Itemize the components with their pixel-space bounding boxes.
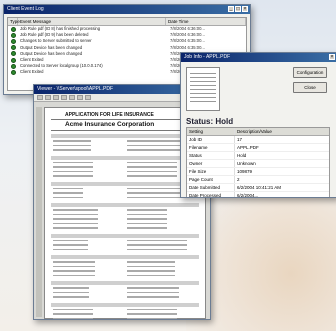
job-info-title: Job Info - APPL.PDF bbox=[184, 54, 231, 60]
job-info-window: Job Info - APPL.PDF × Configuration Clos… bbox=[180, 52, 336, 198]
setting-value: APPL.PDF bbox=[237, 145, 259, 150]
maximize-icon[interactable]: □ bbox=[235, 6, 241, 12]
configuration-button[interactable]: Configuration bbox=[293, 67, 327, 78]
setting-name: Page Count bbox=[187, 176, 235, 183]
setting-name: Status bbox=[187, 152, 235, 159]
table-row[interactable]: Owner Unknown bbox=[187, 160, 329, 168]
setting-value: 17 bbox=[237, 137, 243, 142]
col-type[interactable]: Type bbox=[8, 18, 20, 25]
job-status: Status: Hold bbox=[186, 117, 234, 126]
print-icon[interactable] bbox=[85, 95, 91, 100]
setting-name: File Size bbox=[187, 168, 235, 175]
setting-value: 6/2/2004 10:41:21 AM bbox=[237, 185, 282, 190]
setting-name: Owner bbox=[187, 160, 235, 167]
col-value[interactable]: Description/Value bbox=[235, 128, 329, 135]
minimize-icon[interactable]: _ bbox=[228, 6, 234, 12]
status-icon bbox=[8, 69, 18, 75]
table-row[interactable]: Job ID 17 bbox=[187, 136, 329, 144]
table-row[interactable]: File Size 109879 bbox=[187, 168, 329, 176]
setting-name: Date Processed bbox=[187, 192, 235, 197]
col-datetime[interactable]: Date Time bbox=[166, 18, 246, 25]
col-setting[interactable]: Setting bbox=[187, 128, 235, 135]
document-thumbnail bbox=[186, 67, 220, 111]
col-message[interactable]: Event Message bbox=[18, 18, 166, 25]
event-log-title: Client Event Log bbox=[7, 6, 44, 12]
doc-heading: APPLICATION FOR LIFE INSURANCE bbox=[65, 112, 154, 118]
event-message: Client Exited bbox=[20, 69, 44, 75]
prev-page-icon[interactable] bbox=[45, 95, 51, 100]
viewer-scrollbar[interactable] bbox=[36, 107, 42, 317]
last-page-icon[interactable] bbox=[61, 95, 67, 100]
table-row[interactable]: Filename APPL.PDF bbox=[187, 144, 329, 152]
table-row[interactable]: Status Hold bbox=[187, 152, 329, 160]
event-log-titlebar[interactable]: Client Event Log _ □ × bbox=[4, 5, 250, 14]
next-page-icon[interactable] bbox=[53, 95, 59, 100]
setting-name: Job ID bbox=[187, 136, 235, 143]
job-info-titlebar[interactable]: Job Info - APPL.PDF × bbox=[181, 53, 336, 62]
setting-value: 109879 bbox=[237, 169, 253, 174]
setting-value: Unknown bbox=[237, 161, 256, 166]
table-row[interactable]: Date Processed 6/2/2004... bbox=[187, 192, 329, 198]
close-button[interactable]: Close bbox=[293, 82, 327, 93]
setting-name: Date Submitted bbox=[187, 184, 235, 191]
setting-value: 2 bbox=[237, 177, 240, 182]
viewer-title: Viewer - \\Server\spool\APPL.PDF bbox=[37, 86, 114, 92]
first-page-icon[interactable] bbox=[37, 95, 43, 100]
setting-value: Hold bbox=[237, 153, 247, 158]
table-row[interactable]: Date Submitted 6/2/2004 10:41:21 AM bbox=[187, 184, 329, 192]
close-icon[interactable]: × bbox=[242, 6, 248, 12]
job-properties-table: Setting Description/Value Job ID 17 Filen… bbox=[186, 127, 330, 198]
table-row[interactable]: Page Count 2 bbox=[187, 176, 329, 184]
setting-value: 6/2/2004... bbox=[237, 193, 259, 198]
doc-company: Acme Insurance Corporation bbox=[65, 121, 155, 128]
setting-name: Filename bbox=[187, 144, 235, 151]
zoom-in-icon[interactable] bbox=[69, 95, 75, 100]
zoom-out-icon[interactable] bbox=[77, 95, 83, 100]
close-icon[interactable]: × bbox=[329, 54, 335, 60]
